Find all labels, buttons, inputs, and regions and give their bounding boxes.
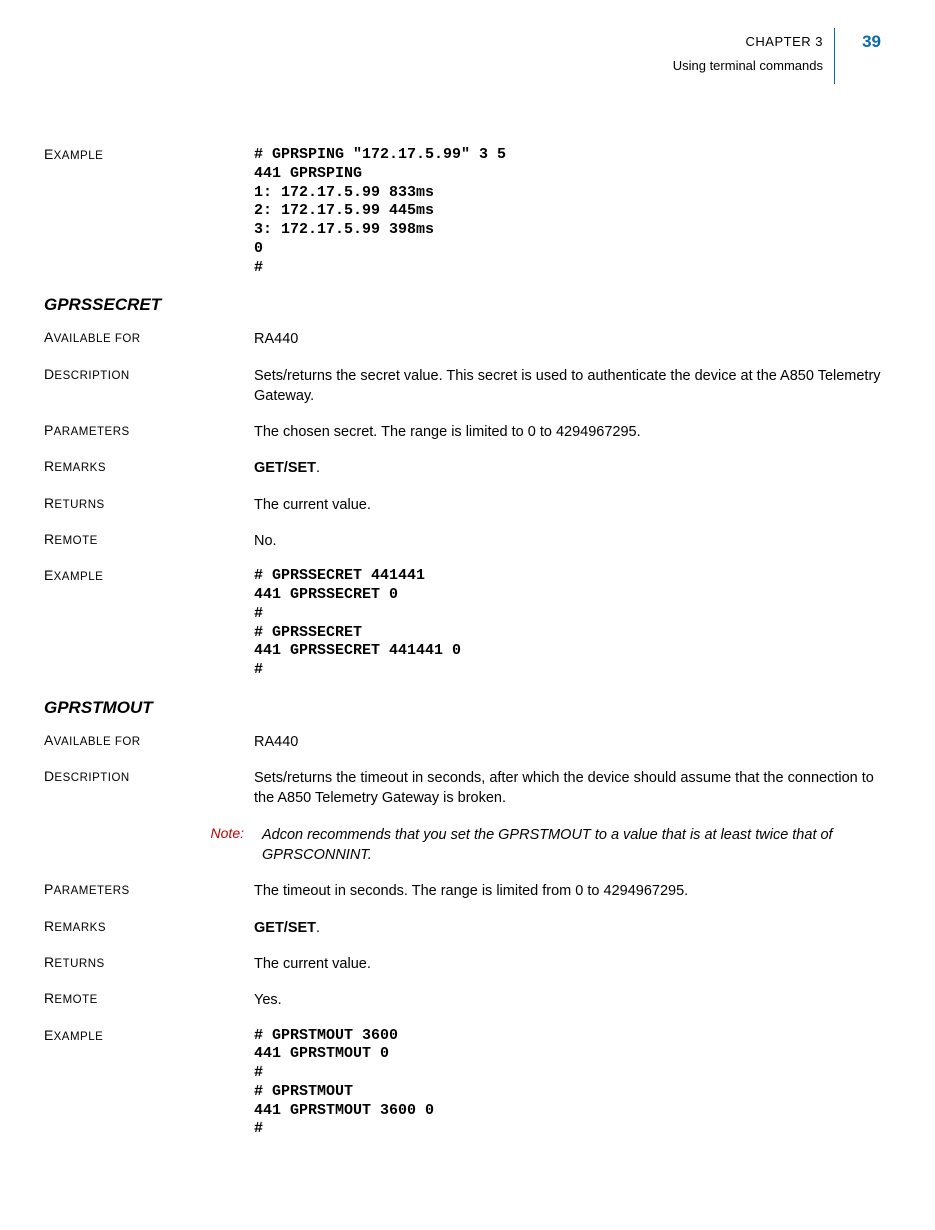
definition-row: EXAMPLE# GPRSSECRET 441441 441 GPRSSECRE… xyxy=(44,567,891,680)
field-value: No. xyxy=(254,531,891,551)
code-block: # GPRSSECRET 441441 441 GPRSSECRET 0 # #… xyxy=(254,567,891,680)
field-label: REMARKS xyxy=(44,458,254,474)
code-block: # GPRSPING "172.17.5.99" 3 5 441 GPRSPIN… xyxy=(254,146,891,277)
note-row: Note:Adcon recommends that you set the G… xyxy=(44,825,891,866)
definition-row: RETURNSThe current value. xyxy=(44,954,891,974)
field-value: Sets/returns the secret value. This secr… xyxy=(254,366,891,407)
definition-row: AVAILABLE FORRA440 xyxy=(44,732,891,752)
field-label: PARAMETERS xyxy=(44,881,254,897)
definition-row: DESCRIPTIONSets/returns the timeout in s… xyxy=(44,768,891,809)
field-value: RA440 xyxy=(254,329,891,349)
field-label: DESCRIPTION xyxy=(44,366,254,382)
section-heading: GPRSSECRET xyxy=(44,295,891,315)
field-value: GET/SET. xyxy=(254,918,891,938)
section-heading: GPRSTMOUT xyxy=(44,698,891,718)
page-header: CHAPTER 3 Using terminal commands 39 xyxy=(44,28,891,98)
definition-row: PARAMETERSThe timeout in seconds. The ra… xyxy=(44,881,891,901)
field-label: RETURNS xyxy=(44,495,254,511)
definition-row: AVAILABLE FORRA440 xyxy=(44,329,891,349)
code-block: # GPRSTMOUT 3600 441 GPRSTMOUT 0 # # GPR… xyxy=(254,1027,891,1140)
definition-row: REMARKSGET/SET. xyxy=(44,458,891,478)
definition-row: REMOTENo. xyxy=(44,531,891,551)
field-value: Yes. xyxy=(254,990,891,1010)
field-label: RETURNS xyxy=(44,954,254,970)
field-label: EXAMPLE xyxy=(44,567,254,583)
field-label: EXAMPLE xyxy=(44,1027,254,1043)
definition-row: PARAMETERSThe chosen secret. The range i… xyxy=(44,422,891,442)
field-value: Sets/returns the timeout in seconds, aft… xyxy=(254,768,891,809)
field-value: RA440 xyxy=(254,732,891,752)
definition-row: DESCRIPTIONSets/returns the secret value… xyxy=(44,366,891,407)
field-label: DESCRIPTION xyxy=(44,768,254,784)
page: CHAPTER 3 Using terminal commands 39 EXA… xyxy=(0,0,935,1230)
field-label: REMOTE xyxy=(44,531,254,547)
field-value: The current value. xyxy=(254,495,891,515)
field-label: REMARKS xyxy=(44,918,254,934)
definition-row: REMOTEYes. xyxy=(44,990,891,1010)
header-subtitle: Using terminal commands xyxy=(673,58,823,73)
field-label: PARAMETERS xyxy=(44,422,254,438)
header-divider xyxy=(834,28,835,84)
note-label: Note: xyxy=(44,825,262,841)
definition-row: REMARKSGET/SET. xyxy=(44,918,891,938)
page-content: EXAMPLE# GPRSPING "172.17.5.99" 3 5 441 … xyxy=(44,146,891,1139)
field-label: AVAILABLE FOR xyxy=(44,329,254,345)
header-chapter: CHAPTER 3 xyxy=(746,34,823,49)
field-value: The current value. xyxy=(254,954,891,974)
field-value: GET/SET. xyxy=(254,458,891,478)
definition-row: EXAMPLE# GPRSPING "172.17.5.99" 3 5 441 … xyxy=(44,146,891,277)
field-label: EXAMPLE xyxy=(44,146,254,162)
field-value: The chosen secret. The range is limited … xyxy=(254,422,891,442)
field-label: AVAILABLE FOR xyxy=(44,732,254,748)
page-number: 39 xyxy=(862,32,881,52)
definition-row: RETURNSThe current value. xyxy=(44,495,891,515)
field-value: The timeout in seconds. The range is lim… xyxy=(254,881,891,901)
field-label: REMOTE xyxy=(44,990,254,1006)
definition-row: EXAMPLE# GPRSTMOUT 3600 441 GPRSTMOUT 0 … xyxy=(44,1027,891,1140)
note-text: Adcon recommends that you set the GPRSTM… xyxy=(262,825,891,866)
